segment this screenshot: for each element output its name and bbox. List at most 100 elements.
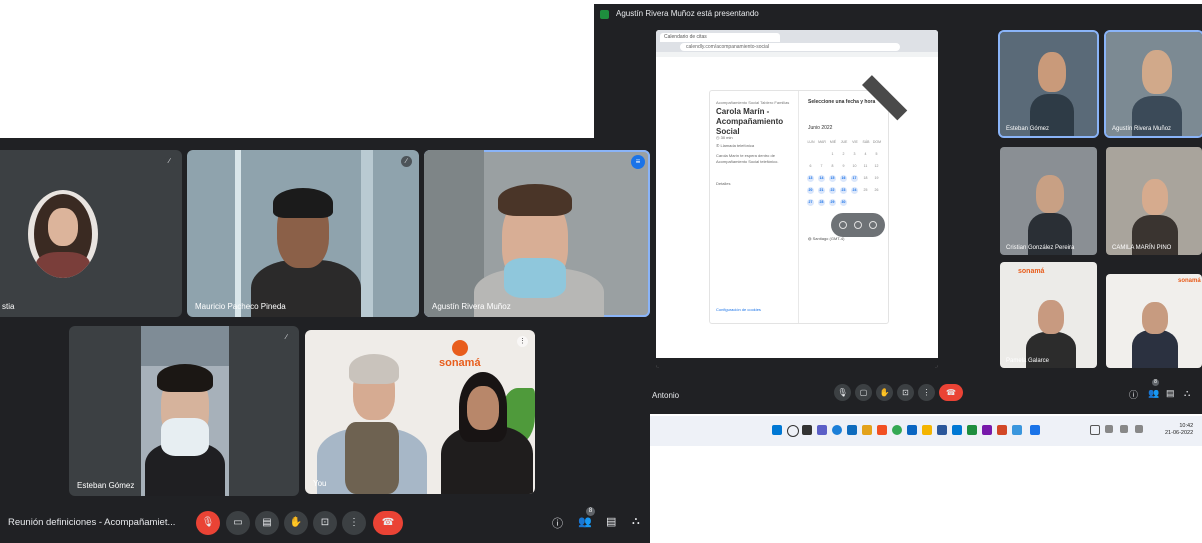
mic-off-button[interactable]: 🎙	[196, 511, 220, 535]
participant-name: Agustín Rivera Muñoz	[432, 302, 511, 311]
folder-icon[interactable]	[922, 425, 932, 435]
calendar-day[interactable]: 22	[829, 187, 836, 194]
outlook-icon[interactable]	[907, 425, 917, 435]
app-icon[interactable]	[862, 425, 872, 435]
powerpoint-icon[interactable]	[997, 425, 1007, 435]
participant-tile[interactable]: Agustín Rivera Muñoz	[1104, 30, 1202, 138]
app-icon[interactable]	[1012, 425, 1022, 435]
volume-icon[interactable]	[1120, 425, 1128, 433]
presenter-banner-text: Agustín Rivera Muñoz está presentando	[616, 9, 759, 18]
people-icon[interactable]: 👥	[578, 515, 592, 528]
calendar-day: 9	[842, 164, 845, 168]
participant-tile[interactable]: sonamá ⋮ You	[305, 330, 535, 494]
weekday-label: VIE	[852, 140, 858, 144]
calendar-day[interactable]: 29	[829, 199, 836, 206]
calendar-day[interactable]: 14	[818, 175, 825, 182]
presenting-controls-pill[interactable]	[831, 213, 885, 237]
task-view-icon[interactable]	[802, 425, 812, 435]
more-options-icon[interactable]: ⋮	[517, 336, 528, 347]
excel-icon[interactable]	[967, 425, 977, 435]
sonama-logo: sonamá	[439, 340, 481, 369]
tray-chevron-icon[interactable]	[1090, 425, 1100, 435]
present-button[interactable]: ⊡	[897, 384, 914, 401]
mic-button[interactable]: 🎙	[834, 384, 851, 401]
meet-icon[interactable]	[1030, 425, 1040, 435]
mic-off-icon: ∕	[401, 156, 412, 167]
participant-video-area	[141, 326, 229, 496]
calendar-day[interactable]: 28	[818, 199, 825, 206]
calendar-day[interactable]: 15	[829, 175, 836, 182]
search-icon[interactable]	[787, 425, 799, 437]
participant-name: You	[313, 479, 327, 488]
system-clock[interactable]: 10:42 21-06-2022	[1165, 423, 1193, 437]
participant-scarf	[345, 422, 399, 494]
weekday-label: SÁB	[862, 140, 870, 144]
dropbox-icon[interactable]	[952, 425, 962, 435]
organizer-name: Acompañamiento Social Tablero Familias	[716, 100, 790, 105]
network-icon[interactable]	[1105, 425, 1113, 433]
teams-icon[interactable]	[817, 425, 827, 435]
store-icon[interactable]	[847, 425, 857, 435]
people-icon[interactable]: 👥	[1148, 388, 1159, 399]
hair-shape	[157, 364, 213, 392]
more-icon[interactable]	[869, 221, 877, 229]
info-icon[interactable]: ⓘ	[552, 515, 563, 531]
end-call-button[interactable]: ☎	[373, 511, 403, 535]
office-icon[interactable]	[877, 425, 887, 435]
edge-icon[interactable]	[832, 425, 842, 435]
captions-button[interactable]: ▤	[255, 511, 279, 535]
calendar-day[interactable]: 30	[840, 199, 847, 206]
battery-icon[interactable]	[1135, 425, 1143, 433]
camera-button[interactable]: ▭	[226, 511, 250, 535]
calendar-day: 18	[863, 176, 868, 180]
participant-body	[36, 252, 90, 278]
more-options-button[interactable]: ⋮	[918, 384, 935, 401]
participant-tile[interactable]: ∕ Mauricio Pacheco Pineda	[187, 150, 419, 317]
meet-call-window: ∕ stia ∕ Mauricio Pacheco Pineda ≡ Agust…	[0, 138, 650, 543]
calendar-day[interactable]: 17	[851, 175, 858, 182]
clock-date: 21-06-2022	[1165, 430, 1194, 436]
hand-icon[interactable]	[839, 221, 847, 229]
meet-control-bar: Reunión definiciones - Acompañamiet... 🎙…	[0, 503, 650, 543]
calendar-day[interactable]: 16	[840, 175, 847, 182]
calendar-day[interactable]: 13	[807, 175, 814, 182]
participant-tile[interactable]: sonamá Pamela Galarce	[1000, 262, 1097, 368]
calendar-day[interactable]: 27	[807, 199, 814, 206]
participant-tile[interactable]: Cristian González Pereira	[1000, 147, 1097, 255]
participant-tile[interactable]: Esteban Gómez	[998, 30, 1099, 138]
browser-tab[interactable]: Calendario de citas	[660, 33, 780, 42]
mic-off-icon[interactable]	[854, 221, 862, 229]
participant-tile[interactable]: ∕ stia	[0, 150, 182, 317]
present-button[interactable]: ⊡	[313, 511, 337, 535]
raise-hand-button[interactable]: ✋	[284, 511, 308, 535]
participant-tile[interactable]: ∕ Esteban Gómez	[69, 326, 299, 496]
calendar-day[interactable]: 21	[818, 187, 825, 194]
onenote-icon[interactable]	[982, 425, 992, 435]
camera-button[interactable]: ▢	[855, 384, 872, 401]
start-icon[interactable]	[772, 425, 782, 435]
activities-icon[interactable]: ⛬	[632, 515, 640, 528]
chat-icon[interactable]: ▤	[1166, 388, 1175, 399]
participant-name: Esteban Gómez	[77, 481, 135, 490]
end-call-button[interactable]: ☎	[939, 384, 963, 401]
more-options-button[interactable]: ⋮	[342, 511, 366, 535]
windows-taskbar: 10:42 21-06-2022	[650, 416, 1202, 446]
info-icon[interactable]: ⓘ	[1129, 388, 1138, 401]
participant-tile[interactable]: ≡ Agustín Rivera Muñoz	[424, 150, 650, 317]
chrome-icon[interactable]	[892, 425, 902, 435]
participant-name: stia	[2, 302, 15, 311]
raise-hand-button[interactable]: ✋	[876, 384, 893, 401]
calendar-day[interactable]: 20	[807, 187, 814, 194]
chat-icon[interactable]: ▤	[606, 515, 616, 528]
address-bar[interactable]: calendly.com/acompanamiento-social	[680, 43, 900, 51]
participant-tile[interactable]: sonamá	[1106, 274, 1202, 368]
calendar-day[interactable]: 24	[851, 187, 858, 194]
cookie-settings-link[interactable]: Configuración de cookies	[716, 307, 761, 312]
weekday-label: JUE	[840, 140, 848, 144]
activities-icon[interactable]: ⛬	[1184, 388, 1190, 399]
calendar-day: 11	[863, 164, 868, 168]
word-icon[interactable]	[937, 425, 947, 435]
calendar-day[interactable]: 23	[840, 187, 847, 194]
participant-tile[interactable]: CAMILA MARÍN PINO	[1106, 147, 1202, 255]
participant-face	[467, 386, 499, 430]
